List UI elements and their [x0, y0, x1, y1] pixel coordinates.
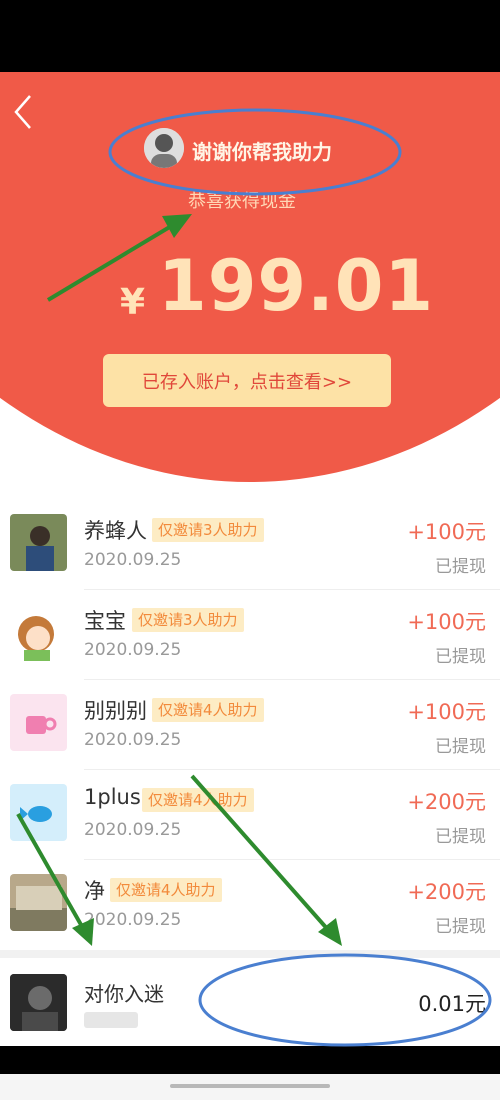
- helper-name: 对你入迷: [84, 982, 164, 1006]
- invite-tag: 仅邀请4人助力: [110, 878, 222, 902]
- reward-subtitle: 恭喜获得现金: [188, 191, 296, 212]
- invite-tag: 仅邀请4人助力: [152, 698, 264, 722]
- helper-date: 2020.09.25: [84, 730, 182, 750]
- currency-symbol: ¥: [120, 282, 146, 323]
- avatar: [10, 784, 67, 841]
- user-avatar-icon: [10, 974, 67, 1031]
- avatar: [10, 694, 67, 751]
- home-indicator[interactable]: [170, 1084, 330, 1088]
- section-divider: [0, 950, 500, 958]
- blurred-info: [84, 1012, 138, 1028]
- helper-date: 2020.09.25: [84, 640, 182, 660]
- helper-amount: +100元: [407, 700, 486, 724]
- withdraw-status: 已提现: [435, 557, 486, 577]
- fish-icon: [10, 784, 67, 841]
- status-bar: [0, 0, 500, 72]
- cup-icon: [10, 694, 67, 751]
- helper-date: 2020.09.25: [84, 910, 182, 930]
- invite-tag: 仅邀请4人助力: [142, 788, 254, 812]
- avatar: [10, 974, 67, 1031]
- avatar: [10, 604, 67, 661]
- withdraw-status: 已提现: [435, 827, 486, 847]
- user-avatar-icon: [144, 128, 184, 168]
- helper-name: 净: [84, 879, 105, 903]
- chevron-left-icon: [14, 95, 31, 129]
- helper-amount: +200元: [407, 880, 486, 904]
- withdraw-status: 已提现: [435, 737, 486, 757]
- helper-name: 宝宝: [84, 609, 126, 633]
- invite-tag: 仅邀请3人助力: [152, 518, 264, 542]
- reward-amount: 199.01: [158, 245, 435, 327]
- user-avatar-icon: [10, 604, 67, 661]
- withdraw-status: 已提现: [435, 917, 486, 937]
- view-account-button[interactable]: 已存入账户，点击查看>>: [103, 354, 391, 407]
- helper-date: 2020.09.25: [84, 820, 182, 840]
- avatar: [10, 874, 67, 931]
- helper-name: 别别别: [84, 699, 147, 723]
- bottom-bar: [0, 1046, 500, 1074]
- helper-name: 1plus: [84, 785, 141, 809]
- avatar: [10, 514, 67, 571]
- helper-amount: +200元: [407, 790, 486, 814]
- avatar: [144, 128, 184, 168]
- withdraw-status: 已提现: [435, 647, 486, 667]
- helper-amount: +100元: [407, 520, 486, 544]
- list-item[interactable]: 对你入迷 0.01元: [0, 958, 500, 1046]
- invite-tag: 仅邀请3人助力: [132, 608, 244, 632]
- list-item[interactable]: 养蜂人 仅邀请3人助力 2020.09.25 +100元 已提现: [0, 500, 500, 590]
- list-item[interactable]: 宝宝 仅邀请3人助力 2020.09.25 +100元 已提现: [0, 590, 500, 680]
- user-avatar-icon: [10, 514, 67, 571]
- back-button[interactable]: [10, 92, 40, 132]
- list-item[interactable]: 别别别 仅邀请4人助力 2020.09.25 +100元 已提现: [0, 680, 500, 770]
- helper-date: 2020.09.25: [84, 550, 182, 570]
- page-title: 谢谢你帮我助力: [192, 140, 332, 164]
- helper-amount: +100元: [407, 610, 486, 634]
- helper-amount: 0.01元: [418, 992, 486, 1016]
- helper-name: 养蜂人: [84, 519, 147, 543]
- list-item[interactable]: 1plus 仅邀请4人助力 2020.09.25 +200元 已提现: [0, 770, 500, 860]
- user-avatar-icon: [10, 874, 67, 931]
- list-item[interactable]: 净 仅邀请4人助力 2020.09.25 +200元 已提现: [0, 860, 500, 950]
